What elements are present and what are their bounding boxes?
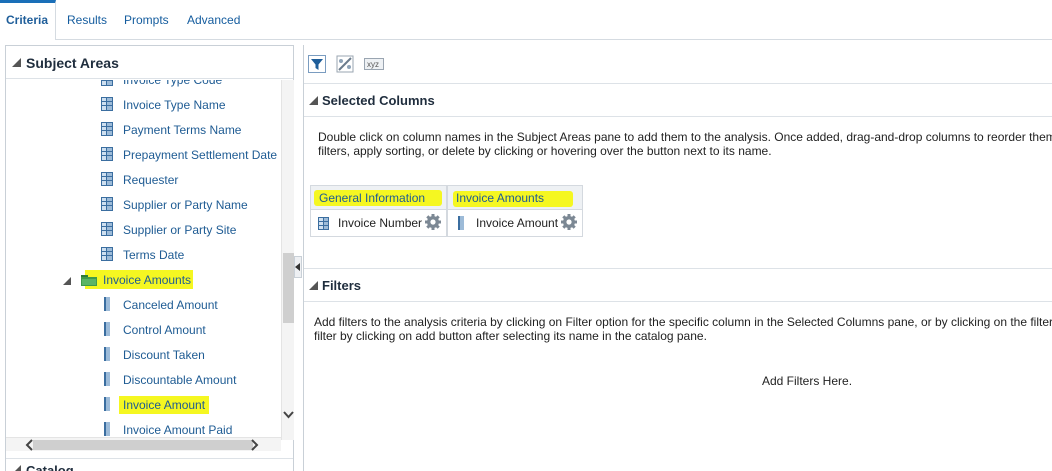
measure-column-icon <box>104 422 110 436</box>
column-label: Invoice Amount <box>476 216 559 230</box>
attribute-column-icon <box>101 122 113 136</box>
tree-item-label: Invoice Type Code <box>123 80 223 87</box>
tree-item[interactable]: Invoice Type Code <box>101 80 281 90</box>
measure-column-icon <box>458 216 464 230</box>
tree-item[interactable]: Discount Taken <box>101 345 281 365</box>
tree-item-label: Canceled Amount <box>123 298 218 312</box>
tab-prompts[interactable]: Prompts <box>124 13 169 27</box>
tab-advanced[interactable]: Advanced <box>187 13 240 27</box>
column-group-label: Invoice Amounts <box>456 191 545 205</box>
scroll-right-icon[interactable] <box>250 439 260 451</box>
tree-item-label: Invoice Amount <box>123 398 206 412</box>
selected-columns-header: Selected Columns <box>304 83 1052 117</box>
scroll-left-icon[interactable] <box>24 439 34 451</box>
measure-column-icon <box>104 347 110 361</box>
tree-item-label: Control Amount <box>123 323 206 337</box>
tree-item-label: Terms Date <box>123 248 185 262</box>
tree-vertical-scrollbar[interactable] <box>281 80 294 440</box>
column-label: Invoice Number <box>338 216 423 230</box>
filters-header: Filters <box>304 268 1052 302</box>
scroll-down-icon[interactable] <box>283 409 294 421</box>
edit-formula-icon[interactable] <box>336 55 354 73</box>
tree-item[interactable]: Invoice Amount <box>101 395 281 415</box>
subject-areas-pane: Subject Areas Invoice Type Code Invoice T… <box>5 45 294 471</box>
tree-item-label: Invoice Amounts <box>103 273 192 287</box>
selected-columns-title: Selected Columns <box>322 93 435 108</box>
xyz-label: xyz <box>367 60 379 69</box>
measure-column-icon <box>104 372 110 386</box>
attribute-column-icon <box>101 80 113 86</box>
measure-column-icon <box>104 322 110 336</box>
pane-splitter-handle[interactable] <box>294 256 302 278</box>
tree-item-label: Supplier or Party Site <box>123 223 237 237</box>
filters-description-line2: filter by clicking on add button after s… <box>314 329 707 343</box>
column-group-header[interactable]: Invoice Amounts <box>447 185 583 210</box>
horizontal-scroll-thumb[interactable] <box>33 440 253 450</box>
gear-icon[interactable] <box>425 214 441 230</box>
tree-item-label: Payment Terms Name <box>123 123 242 137</box>
tree-item[interactable]: Control Amount <box>101 320 281 340</box>
tree-item[interactable]: Supplier or Party Name <box>101 195 281 215</box>
attribute-column-icon <box>101 97 113 111</box>
catalog-header: Catalog <box>6 458 293 471</box>
tree-item[interactable]: Discountable Amount <box>101 370 281 390</box>
attribute-column-icon <box>318 217 329 230</box>
filter-icon[interactable] <box>308 55 326 73</box>
add-filters-placeholder[interactable]: Add Filters Here. <box>762 374 852 388</box>
tree-item[interactable]: Invoice Type Name <box>101 95 281 115</box>
xyz-icon[interactable]: xyz <box>364 55 384 73</box>
tree-item[interactable]: Payment Terms Name <box>101 120 281 140</box>
attribute-column-icon <box>101 172 113 186</box>
tree-item-label: Invoice Type Name <box>123 98 226 112</box>
tree-item[interactable]: Prepayment Settlement Date <box>101 145 281 165</box>
subject-areas-title: Subject Areas <box>26 55 119 71</box>
tree-item[interactable]: Requester <box>101 170 281 190</box>
tree-folder-item[interactable]: Invoice Amounts <box>63 270 281 290</box>
subject-areas-tree: Invoice Type Code Invoice Type Name Paymen… <box>6 80 281 440</box>
attribute-column-icon <box>101 247 113 261</box>
tree-item-label: Discount Taken <box>123 348 205 362</box>
collapse-triangle-icon[interactable] <box>309 281 318 290</box>
tab-criteria[interactable]: Criteria <box>6 13 48 27</box>
collapse-triangle-icon[interactable] <box>309 96 318 105</box>
vertical-scroll-thumb[interactable] <box>283 253 294 323</box>
tree-item-label: Requester <box>123 173 179 187</box>
subject-areas-header: Subject Areas <box>6 46 293 79</box>
measure-column-icon <box>104 397 110 411</box>
tree-item-label: Invoice Amount Paid <box>123 423 233 437</box>
tree-item[interactable]: Terms Date <box>101 245 281 265</box>
collapse-triangle-icon[interactable] <box>12 465 21 471</box>
folder-icon <box>81 275 97 286</box>
criteria-toolbar: xyz <box>304 45 1052 80</box>
column-group-label: General Information <box>319 191 426 205</box>
filters-description-line1: Add filters to the analysis criteria by … <box>314 315 1052 329</box>
column-group-header[interactable]: General Information <box>310 185 447 210</box>
tree-horizontal-scrollbar[interactable] <box>6 437 281 451</box>
column-cell[interactable]: Invoice Amount <box>447 210 583 237</box>
gear-icon[interactable] <box>561 214 577 230</box>
expand-triangle-icon[interactable] <box>63 277 71 285</box>
column-cell[interactable]: Invoice Number <box>310 210 447 237</box>
tree-item-label: Prepayment Settlement Date <box>123 148 278 162</box>
measure-column-icon <box>104 297 110 311</box>
tree-item-label: Supplier or Party Name <box>123 198 248 212</box>
attribute-column-icon <box>101 222 113 236</box>
tree-item-label: Discountable Amount <box>123 373 237 387</box>
attribute-column-icon <box>101 197 113 211</box>
tree-item[interactable]: Supplier or Party Site <box>101 220 281 240</box>
filters-title: Filters <box>322 278 362 293</box>
tab-bar: Criteria Results Prompts Advanced <box>0 0 1052 40</box>
tab-results[interactable]: Results <box>67 13 107 27</box>
tree-item[interactable]: Canceled Amount <box>101 295 281 315</box>
collapse-triangle-icon[interactable] <box>12 58 21 67</box>
selected-columns-description-line1: Double click on column names in the Subj… <box>318 130 1052 144</box>
attribute-column-icon <box>101 147 113 161</box>
catalog-title: Catalog <box>26 463 74 471</box>
selected-columns-description-line2: filters, apply sorting, or delete by cli… <box>318 144 772 158</box>
collapse-left-icon <box>295 263 300 271</box>
